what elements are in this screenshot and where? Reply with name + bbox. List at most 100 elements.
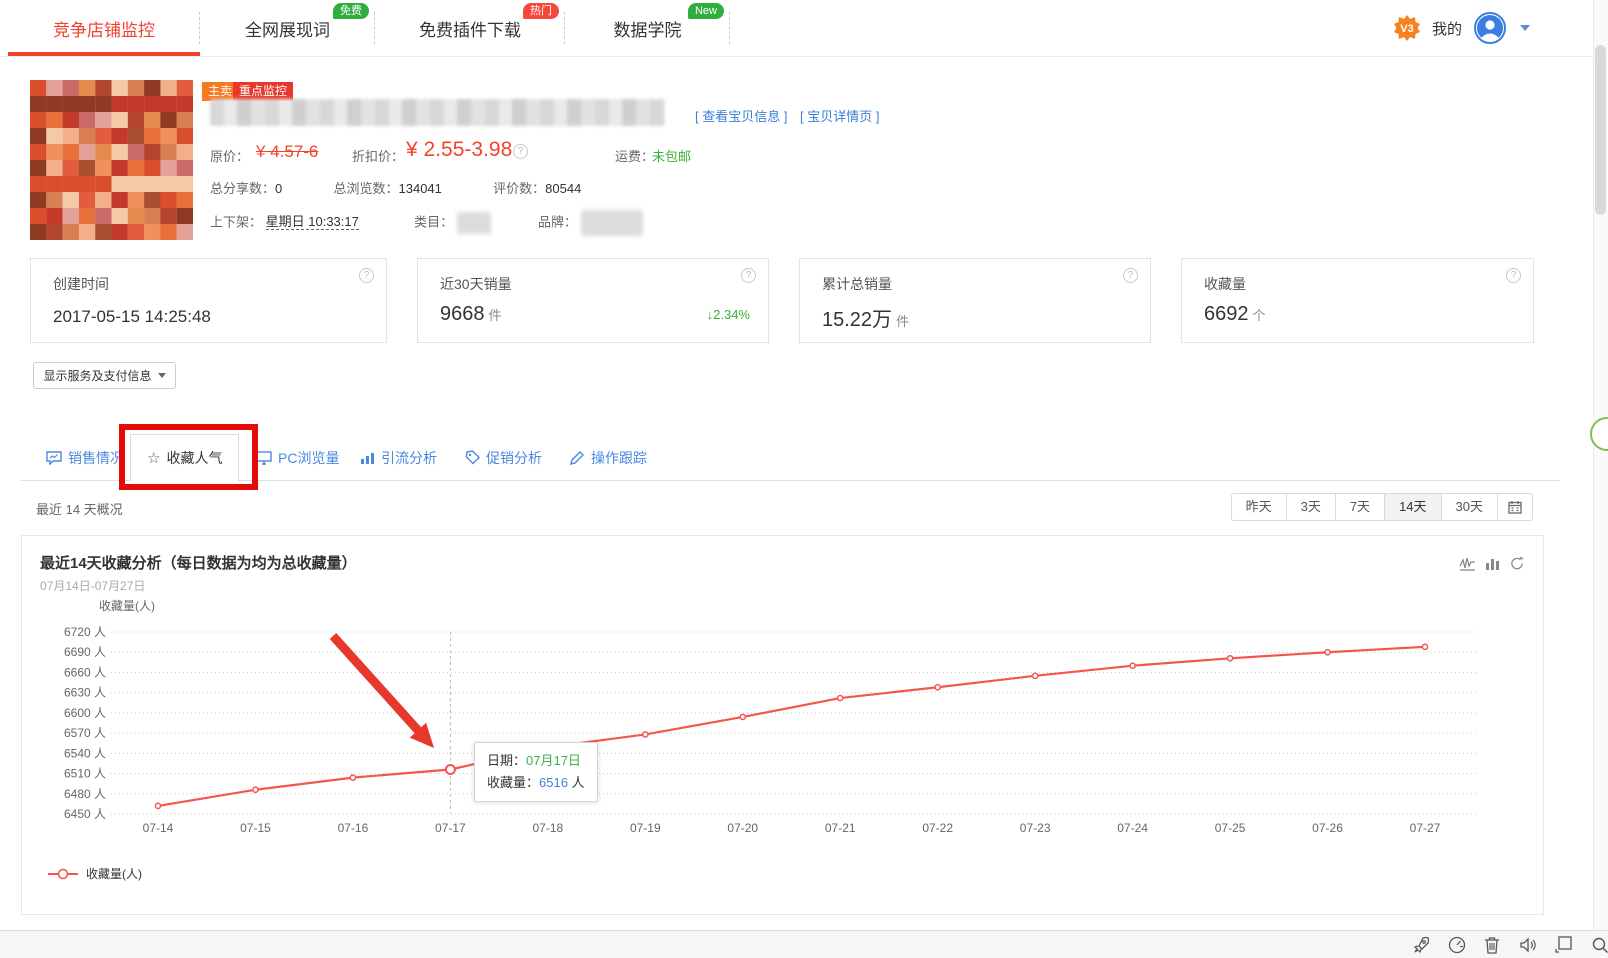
svg-text:6510 人: 6510 人 [64, 767, 106, 781]
help-icon[interactable]: ? [1506, 268, 1521, 283]
account-dropdown-caret[interactable] [1520, 25, 1530, 31]
product-title-blurred [210, 99, 665, 126]
card-value: 15.22万 [822, 309, 893, 331]
review-count-label: 评价数： [493, 181, 546, 196]
svg-text:V3: V3 [1400, 23, 1413, 35]
svg-text:07-21: 07-21 [825, 821, 856, 835]
nav-tab-plugin-download[interactable]: 免费插件下载 热门 [375, 0, 565, 56]
view-item-info-link[interactable]: [ 查看宝贝信息 ] [695, 106, 787, 125]
svg-text:07-14: 07-14 [143, 821, 174, 835]
range-30day-button[interactable]: 30天 [1440, 493, 1498, 521]
svg-text:07-22: 07-22 [922, 821, 953, 835]
search-icon[interactable] [1591, 936, 1608, 958]
meta-row: 上下架： 星期日 10:33:17 类目： 品牌： [210, 210, 643, 236]
card-unit: 个 [1252, 308, 1266, 323]
help-icon[interactable]: ? [741, 268, 756, 283]
nav-tab-shop-monitor[interactable]: 竞争店铺监控 [8, 0, 200, 56]
app-root: 竞争店铺监控 全网展现词 免费 免费插件下载 热门 数据学院 New V3 我的… [0, 0, 1608, 958]
date-range-group: 昨天 3天 7天 14天 30天 [1230, 493, 1533, 521]
hot-badge: 热门 [523, 3, 559, 19]
svg-text:07-25: 07-25 [1215, 821, 1246, 835]
calendar-button[interactable] [1497, 493, 1533, 521]
price-row: 原价： ¥ 4.57-6 折扣价： ¥ 2.55-3.98 ? 运费： 未包邮 [210, 138, 1110, 166]
browser-taskbar [0, 930, 1608, 958]
tab-pc-views[interactable]: PC浏览量 [256, 434, 339, 481]
range-3day-button[interactable]: 3天 [1285, 493, 1336, 521]
toggle-button-label: 显示服务及支付信息 [43, 369, 152, 383]
onoff-shelf-label: 上下架： [210, 214, 263, 230]
range-14day-button[interactable]: 14天 [1384, 493, 1442, 521]
delta-down-badge: ↓2.34% [706, 307, 750, 322]
card-value: 6692 [1204, 303, 1249, 325]
card-title: 收藏量 [1204, 276, 1246, 292]
svg-text:07-24: 07-24 [1117, 821, 1148, 835]
vip-level-icon[interactable]: V3 [1393, 15, 1420, 41]
brand-label: 品牌： [538, 214, 578, 230]
product-image [30, 80, 193, 240]
brand-value-blurred [580, 210, 643, 236]
card-title: 累计总销量 [822, 276, 892, 292]
tab-label: 引流分析 [381, 449, 437, 466]
tab-label: 促销分析 [486, 449, 542, 466]
tab-label: 收藏人气 [166, 450, 223, 466]
card-title: 创建时间 [53, 276, 109, 292]
item-detail-page-link[interactable]: [ 宝贝详情页 ] [800, 106, 879, 125]
svg-text:6630 人: 6630 人 [64, 686, 106, 700]
window-icon[interactable] [1555, 936, 1572, 958]
scrollbar-thumb[interactable] [1595, 45, 1606, 215]
card-title: 近30天销量 [440, 276, 512, 292]
tooltip-count-value: 6516 [539, 775, 568, 790]
monitor-icon [256, 450, 272, 465]
svg-text:6480 人: 6480 人 [64, 787, 106, 801]
svg-text:07-20: 07-20 [727, 821, 758, 835]
line-chart-plot[interactable]: 6450 人 6480 人 6510 人 6540 人 6570 人 6600 人 6630… [22, 536, 1543, 914]
svg-text:07-26: 07-26 [1312, 821, 1343, 835]
help-icon[interactable]: ? [1123, 268, 1138, 283]
trash-icon[interactable] [1484, 936, 1500, 958]
traffic-chart-icon [361, 452, 374, 464]
top-navigation: 竞争店铺监控 全网展现词 免费 免费插件下载 热门 数据学院 New V3 我的 [0, 0, 1608, 57]
tooltip-date-label: 日期： [487, 753, 527, 768]
nav-tab-label: 免费插件下载 [419, 20, 521, 40]
volume-icon[interactable] [1519, 936, 1537, 958]
my-account-label[interactable]: 我的 [1432, 18, 1462, 39]
pen-icon [570, 451, 584, 465]
calendar-icon [1508, 501, 1522, 514]
category-label: 类目： [414, 214, 454, 230]
tooltip-count-label: 收藏量： [487, 775, 540, 790]
svg-text:07-15: 07-15 [240, 821, 271, 835]
card-favorites: 收藏量 6692 个 ? [1181, 258, 1534, 343]
help-icon[interactable]: ? [359, 268, 374, 283]
free-badge: 免费 [333, 3, 369, 19]
tab-label: 销售情况 [68, 449, 124, 466]
range-7day-button[interactable]: 7天 [1334, 493, 1386, 521]
view-count-value: 134041 [398, 181, 442, 196]
performance-icon[interactable] [1448, 936, 1466, 958]
svg-text:07-16: 07-16 [338, 821, 369, 835]
chevron-down-icon [157, 373, 166, 378]
card-total-sales: 累计总销量 15.22万件 ? [799, 258, 1151, 343]
tab-operation-tracking[interactable]: 操作跟踪 [570, 434, 647, 481]
rocket-icon[interactable] [1412, 936, 1430, 958]
nav-tab-label: 数据学院 [613, 20, 682, 40]
review-count-value: 80544 [545, 181, 582, 196]
svg-text:6720 人: 6720 人 [64, 625, 106, 639]
nav-tab-academy[interactable]: 数据学院 New [565, 0, 730, 56]
tab-promotion-analysis[interactable]: 促销分析 [465, 434, 542, 481]
user-avatar[interactable] [1474, 12, 1506, 44]
svg-text:6570 人: 6570 人 [64, 726, 106, 740]
show-service-payment-button[interactable]: 显示服务及支付信息 [33, 362, 176, 389]
scrollbar-track[interactable] [1593, 0, 1608, 930]
onoff-shelf-value[interactable]: 星期日 10:33:17 [265, 214, 359, 231]
help-icon[interactable]: ? [513, 144, 528, 159]
svg-text:07-27: 07-27 [1410, 821, 1441, 835]
tab-sales[interactable]: 销售情况 [46, 434, 124, 481]
tab-favorites-popularity[interactable]: ☆ 收藏人气 [130, 434, 240, 482]
chat-icon [46, 450, 62, 465]
range-yesterday-button[interactable]: 昨天 [1230, 493, 1287, 521]
nav-tab-keywords[interactable]: 全网展现词 免费 [200, 0, 375, 56]
svg-text:6450 人: 6450 人 [64, 807, 106, 821]
tabs-underline [21, 480, 1560, 481]
category-value-blurred [456, 212, 491, 234]
tab-traffic-analysis[interactable]: 引流分析 [360, 434, 437, 481]
